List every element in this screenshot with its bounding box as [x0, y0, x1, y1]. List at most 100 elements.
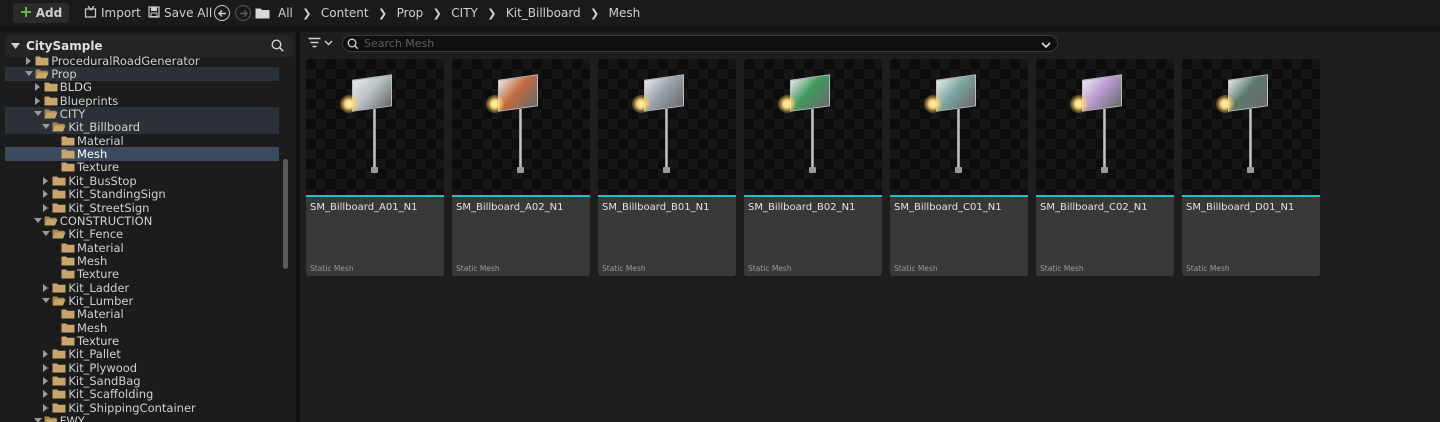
search-bar[interactable] — [342, 35, 1058, 52]
chevron-down-icon — [324, 40, 333, 45]
tree-item[interactable]: Prop — [5, 67, 279, 82]
expanded-arrow-icon[interactable] — [24, 69, 34, 79]
breadcrumb-item-content[interactable]: Content — [315, 6, 375, 20]
collapsed-arrow-icon[interactable] — [33, 82, 43, 92]
tree-item[interactable]: Kit_StandingSign — [5, 187, 279, 201]
breadcrumb-item-kit-billboard[interactable]: Kit_Billboard — [500, 6, 587, 20]
tree-item-label: BLDG — [59, 80, 92, 95]
asset-type: Static Mesh — [602, 264, 646, 273]
asset-name: SM_Billboard_B01_N1 — [602, 202, 710, 213]
tree-item[interactable]: Kit_Billboard — [5, 120, 279, 134]
billboard-base — [1101, 167, 1108, 173]
tree-item[interactable]: Kit_Plywood — [5, 361, 279, 375]
tree-item[interactable]: Kit_Lumber — [5, 294, 279, 308]
tree-item[interactable]: Texture — [5, 267, 279, 281]
tree-item[interactable]: Kit_SandBag — [5, 374, 279, 389]
tree-item[interactable]: BLDG — [5, 80, 279, 95]
expanded-arrow-icon[interactable] — [33, 216, 43, 226]
collapse-arrow-icon[interactable] — [11, 39, 20, 53]
folder-open-icon — [52, 229, 66, 239]
collapsed-arrow-icon[interactable] — [41, 376, 51, 386]
back-button[interactable] — [214, 5, 230, 21]
search-icon[interactable] — [271, 39, 284, 55]
expanded-arrow-icon[interactable] — [41, 296, 51, 306]
folder-icon — [61, 243, 75, 253]
collapsed-arrow-icon[interactable] — [41, 403, 51, 413]
tree-item[interactable]: CONSTRUCTION — [5, 214, 279, 228]
tree-item[interactable]: Blueprints — [5, 94, 279, 108]
chevron-right-icon[interactable]: ❯ — [429, 7, 445, 20]
folder-icon — [255, 7, 270, 19]
search-input[interactable] — [364, 37, 1024, 50]
asset-tile[interactable]: SM_Billboard_C02_N1 Static Mesh — [1036, 59, 1174, 276]
collapsed-arrow-icon[interactable] — [41, 283, 51, 293]
chevron-down-icon[interactable] — [1041, 38, 1051, 52]
billboard-panel — [644, 74, 684, 112]
tree-item-label: Kit_Pallet — [68, 347, 121, 362]
expanded-arrow-icon[interactable] — [41, 229, 51, 239]
forward-button[interactable] — [235, 5, 251, 21]
tree-item[interactable]: Kit_Scaffolding — [5, 387, 279, 401]
asset-type: Static Mesh — [1186, 264, 1230, 273]
tree-item[interactable]: Kit_ShippingContainer — [5, 401, 279, 415]
tree-item[interactable]: Mesh — [5, 147, 279, 161]
folder-icon — [61, 136, 75, 146]
asset-tile[interactable]: SM_Billboard_B02_N1 Static Mesh — [744, 59, 882, 276]
collapsed-arrow-icon[interactable] — [41, 189, 51, 199]
arrow-right-icon — [239, 9, 248, 17]
asset-tile[interactable]: SM_Billboard_D01_N1 Static Mesh — [1182, 59, 1320, 276]
tree-item[interactable]: Mesh — [5, 321, 279, 335]
breadcrumb-item-mesh[interactable]: Mesh — [603, 6, 647, 20]
folder-icon — [61, 269, 75, 279]
collapsed-arrow-icon[interactable] — [41, 389, 51, 399]
breadcrumb-item-prop[interactable]: Prop — [391, 6, 430, 20]
filter-icon — [308, 37, 321, 48]
tree-item[interactable]: Texture — [5, 334, 279, 348]
tree-item[interactable]: Texture — [5, 160, 279, 174]
save-all-button[interactable]: Save All — [142, 3, 218, 23]
chevron-right-icon[interactable]: ❯ — [484, 7, 500, 20]
tree-item[interactable]: ProceduralRoadGenerator — [5, 54, 279, 68]
collapsed-arrow-icon[interactable] — [41, 203, 51, 213]
chevron-right-icon[interactable]: ❯ — [375, 7, 391, 20]
asset-tile[interactable]: SM_Billboard_B01_N1 Static Mesh — [598, 59, 736, 276]
tree-item[interactable]: Kit_Pallet — [5, 347, 279, 362]
filter-button[interactable] — [308, 37, 333, 48]
tree-item-label: Kit_SandBag — [68, 374, 141, 389]
chevron-right-icon[interactable]: ❯ — [587, 7, 603, 20]
tree-item[interactable]: Mesh — [5, 254, 279, 268]
tree-item-label: Prop — [51, 67, 77, 82]
tree-item[interactable]: Kit_Fence — [5, 227, 279, 241]
collapsed-arrow-icon[interactable] — [41, 176, 51, 186]
tree-item[interactable]: FWY — [5, 414, 279, 422]
chevron-right-icon[interactable]: ❯ — [299, 7, 315, 20]
asset-tile[interactable]: SM_Billboard_A02_N1 Static Mesh — [452, 59, 590, 276]
collapsed-arrow-icon[interactable] — [41, 349, 51, 359]
tree-item[interactable]: Kit_BusStop — [5, 174, 279, 188]
tree-scrollbar[interactable] — [283, 159, 288, 269]
expanded-arrow-icon[interactable] — [33, 416, 43, 422]
tree-item[interactable]: Kit_StreetSign — [5, 201, 279, 215]
billboard-pole — [957, 109, 960, 171]
asset-name: SM_Billboard_C01_N1 — [894, 202, 1002, 213]
add-button[interactable]: Add — [13, 3, 69, 23]
import-button[interactable]: Import — [78, 3, 147, 23]
expanded-arrow-icon[interactable] — [33, 109, 43, 119]
search-icon — [347, 38, 359, 49]
tree-item[interactable]: Material — [5, 241, 279, 255]
tree-item[interactable]: Kit_Ladder — [5, 281, 279, 295]
tree-item[interactable]: CITY — [5, 107, 279, 121]
tree-item[interactable]: Material — [5, 307, 279, 321]
expanded-arrow-icon[interactable] — [41, 122, 51, 132]
collapsed-arrow-icon[interactable] — [24, 56, 34, 66]
collapsed-arrow-icon[interactable] — [33, 96, 43, 106]
asset-tile[interactable]: SM_Billboard_C01_N1 Static Mesh — [890, 59, 1028, 276]
breadcrumb-item-all[interactable]: All — [272, 6, 299, 20]
collapsed-arrow-icon[interactable] — [41, 363, 51, 373]
import-button-label: Import — [101, 6, 141, 20]
tree-item[interactable]: Material — [5, 134, 279, 148]
asset-type: Static Mesh — [456, 264, 500, 273]
asset-tile[interactable]: SM_Billboard_A01_N1 Static Mesh — [306, 59, 444, 276]
breadcrumb-item-city[interactable]: CITY — [445, 6, 484, 20]
